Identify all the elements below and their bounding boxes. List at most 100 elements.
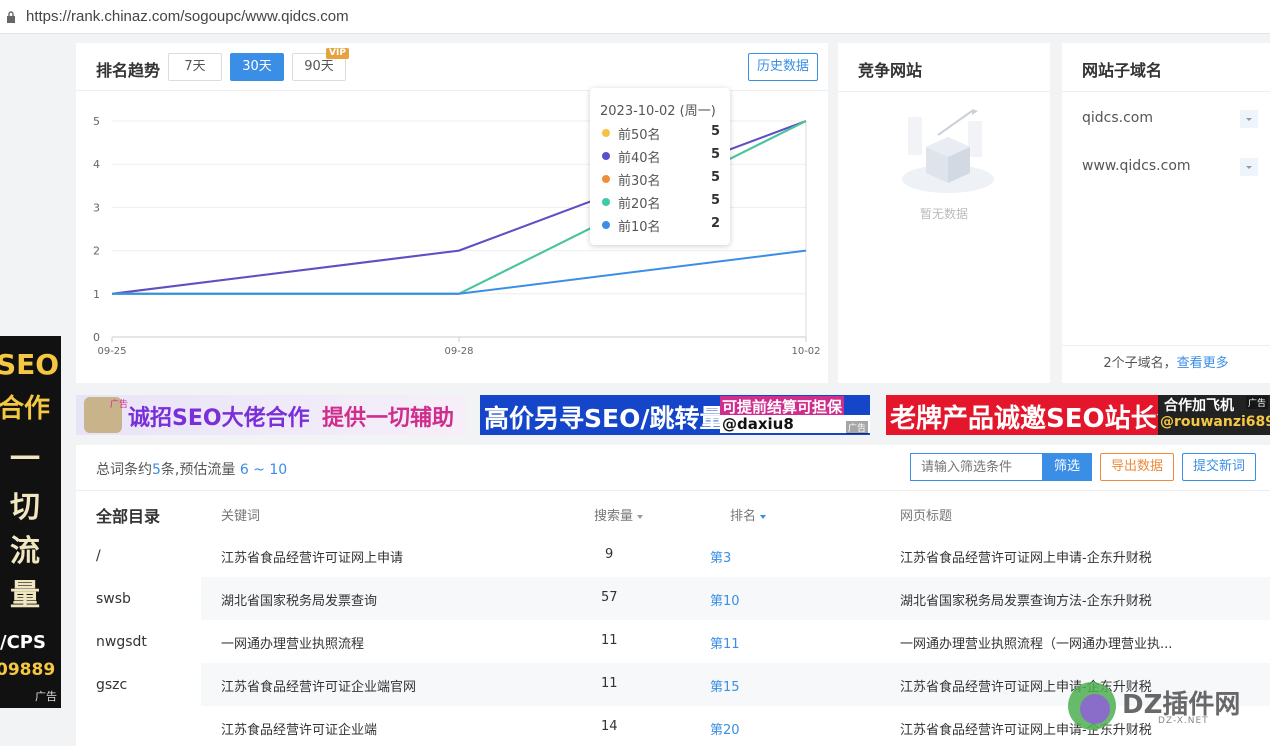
divider [1062, 91, 1270, 92]
page-title-cell[interactable]: 湖北省国家税务局发票查询方法-企东升财税 [900, 590, 1152, 609]
chart-tooltip: 2023-10-02 (周一) 前50名 5 前40名 5 前30名 5 前20… [590, 88, 730, 245]
series-line [112, 249, 807, 295]
banner-text: 可提前结算可担保 [720, 396, 845, 417]
y-tick-label: 3 [93, 201, 100, 214]
directory-item[interactable]: swsb [96, 591, 131, 607]
ad-label: 广告 [1245, 396, 1268, 409]
tooltip-date: 2023-10-02 (周一) [600, 104, 716, 119]
x-tick-label: 10-02 [791, 346, 820, 357]
view-more-link[interactable]: 查看更多 [1177, 356, 1229, 371]
y-tick-label: 1 [93, 288, 100, 301]
divider [76, 490, 1270, 491]
banner-text: @rouwanzi689 [1160, 414, 1270, 430]
rank-cell[interactable]: 第3 [710, 547, 731, 566]
x-tick-label: 09-28 [444, 346, 473, 357]
subdomain-title: 网站子域名 [1082, 61, 1163, 80]
tooltip-row: 前30名 5 [600, 170, 720, 189]
tooltip-label: 前30名 [618, 174, 661, 189]
tooltip-value: 5 [710, 170, 720, 185]
summary-range: 6 ~ 10 [239, 462, 288, 478]
empty-text: 暂无数据 [919, 207, 968, 221]
banner-text: 提供一切辅助 [322, 406, 455, 431]
keyword-cell[interactable]: 江苏省食品经营许可证网上申请 [221, 547, 403, 566]
sort-caret-icon [637, 514, 644, 519]
table-row: 一网通办理营业执照流程 11 第11 一网通办理营业执照流程（一网通办理营业执.… [201, 620, 1270, 663]
keyword-cell[interactable]: 江苏食品经营许可证企业端 [221, 719, 377, 738]
ad-banner-1[interactable]: 广告 诚招SEO大佬合作 提供一切辅助 [76, 395, 466, 435]
column-header-volume[interactable]: 搜索量 [594, 505, 644, 524]
ad-banner-2[interactable]: 高价另寻SEO/跳转量 可提前结算可担保 @daxiu8 广告 [480, 395, 870, 435]
page-title-cell[interactable]: 一网通办理营业执照流程（一网通办理营业执... [900, 633, 1172, 652]
history-data-button[interactable]: 历史数据 [748, 53, 818, 81]
legend-dot [602, 129, 610, 137]
summary-text: 总词条约5条,预估流量 6 ~ 10 [96, 459, 287, 479]
ad-label: 广告 [110, 400, 129, 410]
directory-title: 全部目录 [96, 507, 161, 526]
directory-item[interactable]: nwgsdt [96, 634, 147, 650]
period-30d-button[interactable]: 30天 [230, 53, 284, 81]
tooltip-row: 前40名 5 [600, 147, 720, 166]
divider [838, 91, 1050, 92]
ad-text: 流 [10, 534, 40, 569]
site-watermark: DZ插件网 DZ-X.NET [1068, 680, 1268, 740]
subdomain-footer: 2个子域名，查看更多 [1062, 345, 1270, 383]
left-side-ad[interactable]: SEO 合作 一 切 流 量 /CPS 09889 广告 [0, 336, 61, 708]
trend-header: 排名趋势 7天 30天 90天 VIP 历史数据 [76, 43, 828, 91]
tooltip-label: 前10名 [618, 220, 661, 235]
url-text: https://rank.chinaz.com/sogoupc/www.qidc… [26, 8, 349, 25]
ad-banner-3[interactable]: 老牌产品诚邀SEO站长合作 合作加飞机 @rouwanzi689 广告 [886, 395, 1270, 435]
filter-input[interactable] [910, 453, 1042, 481]
period-7d-button[interactable]: 7天 [168, 53, 222, 81]
column-header-page-title: 网页标题 [900, 509, 953, 524]
subdomain-count: 2个子域名， [1103, 356, 1177, 371]
tooltip-label: 前50名 [618, 128, 661, 143]
tooltip-row: 前50名 5 [600, 124, 720, 143]
directory-item[interactable]: / [96, 548, 101, 564]
submit-keyword-button[interactable]: 提交新词 [1182, 453, 1256, 481]
column-header-keyword: 关键词 [221, 509, 261, 524]
column-header-rank[interactable]: 排名 [730, 505, 767, 524]
keyword-cell[interactable]: 湖北省国家税务局发票查询 [221, 590, 377, 609]
y-tick-label: 2 [93, 245, 100, 258]
volume-cell: 57 [601, 590, 618, 605]
subdomain-item[interactable]: qidcs.com [1082, 110, 1153, 126]
sort-caret-icon [760, 514, 767, 519]
subdomain-panel: 网站子域名 qidcs.com www.qidcs.com 2个子域名，查看更多 [1062, 43, 1270, 383]
legend-dot [602, 175, 610, 183]
address-bar[interactable]: https://rank.chinaz.com/sogoupc/www.qidc… [0, 0, 1270, 34]
banner-text: 高价另寻SEO/跳转量 [484, 404, 725, 433]
tooltip-value: 5 [710, 147, 720, 162]
ad-label: 广告 [35, 690, 57, 703]
tooltip-label: 前20名 [618, 197, 661, 212]
subdomain-item[interactable]: www.qidcs.com [1082, 158, 1191, 174]
header-label: 排名 [730, 509, 757, 524]
keyword-cell[interactable]: 一网通办理营业执照流程 [221, 633, 364, 652]
filter-button[interactable]: 筛选 [1042, 453, 1092, 481]
page-title-cell[interactable]: 江苏省食品经营许可证网上申请-企东升财税 [900, 547, 1152, 566]
keyword-cell[interactable]: 江苏省食品经营许可证企业端官网 [221, 676, 416, 695]
banner-text: 合作加飞机 [1164, 398, 1234, 414]
volume-cell: 9 [605, 547, 614, 562]
x-tick-label: 09-25 [97, 346, 126, 357]
y-tick-label: 4 [93, 158, 100, 171]
trend-title: 排名趋势 [96, 61, 161, 80]
chevron-down-icon[interactable] [1240, 158, 1258, 176]
volume-cell: 11 [601, 633, 618, 648]
y-tick-label: 0 [93, 331, 100, 344]
ad-text: 量 [10, 578, 40, 613]
chevron-down-icon[interactable] [1240, 110, 1258, 128]
directory-item[interactable]: gszc [96, 677, 127, 693]
competing-sites-panel: 竞争网站 暂无数据 [838, 43, 1050, 383]
export-data-button[interactable]: 导出数据 [1100, 453, 1174, 481]
rank-cell[interactable]: 第10 [710, 590, 740, 609]
rank-cell[interactable]: 第11 [710, 633, 740, 652]
ad-label: 广告 [845, 421, 868, 434]
legend-dot [602, 152, 610, 160]
watermark-subtext: DZ-X.NET [1158, 716, 1209, 726]
ad-text: /CPS [0, 632, 46, 653]
rank-cell[interactable]: 第15 [710, 676, 740, 695]
legend-dot [602, 221, 610, 229]
header-label: 搜索量 [594, 509, 634, 524]
rank-cell[interactable]: 第20 [710, 719, 740, 738]
banner-text: 诚招SEO大佬合作 [128, 406, 310, 431]
